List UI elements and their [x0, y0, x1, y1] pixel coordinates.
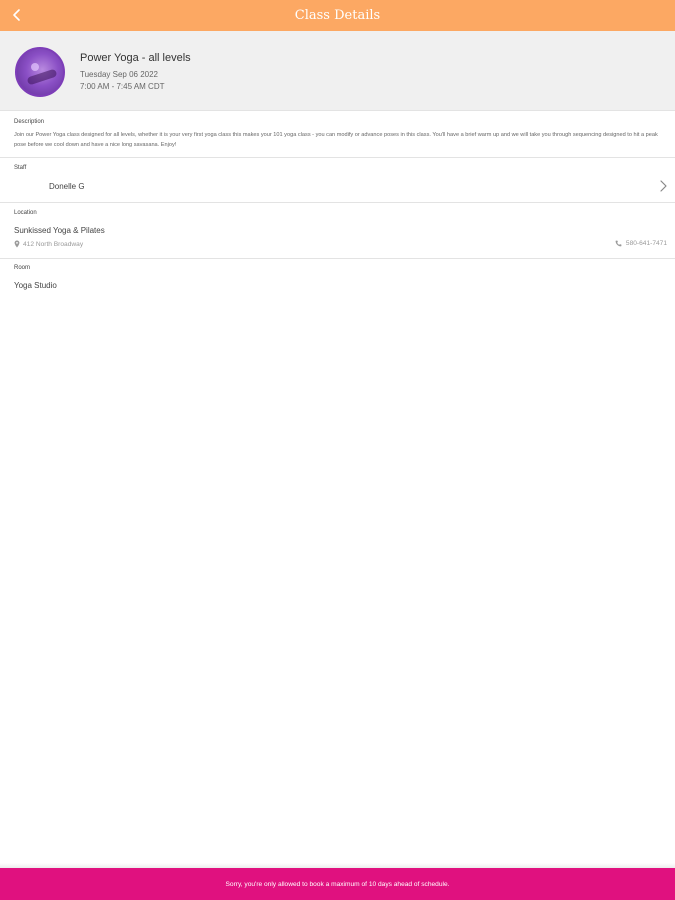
- location-name: Sunkissed Yoga & Pilates: [14, 226, 105, 235]
- class-name: Power Yoga - all levels: [80, 52, 191, 64]
- room-label: Room: [14, 265, 31, 271]
- description-text: Join our Power Yoga class designed for a…: [14, 132, 658, 148]
- location-address[interactable]: 412 North Broadway: [14, 240, 83, 248]
- location-address-text: 412 North Broadway: [23, 240, 84, 248]
- divider: [0, 258, 675, 259]
- booking-limit-toast: Sorry, you're only allowed to book a max…: [0, 868, 675, 900]
- staff-name[interactable]: Donelle G: [49, 182, 85, 191]
- class-avatar: [15, 47, 65, 97]
- staff-label: Staff: [14, 165, 27, 171]
- avatar-figure: [26, 68, 58, 86]
- room-name: Yoga Studio: [14, 281, 57, 290]
- phone-icon: [615, 240, 622, 247]
- divider: [0, 202, 675, 203]
- location-phone-text: 580-641-7471: [625, 240, 667, 247]
- page-title: Class Details: [294, 8, 381, 23]
- class-time: 7:00 AM - 7:45 AM CDT: [80, 82, 165, 91]
- class-date: Tuesday Sep 06 2022: [80, 70, 158, 79]
- map-pin-icon: [14, 240, 20, 248]
- app-header: Class Details: [0, 0, 675, 31]
- staff-row[interactable]: [0, 176, 675, 198]
- divider: [0, 157, 675, 158]
- location-phone[interactable]: 580-641-7471: [615, 240, 667, 247]
- toast-message: Sorry, you're only allowed to book a max…: [225, 880, 450, 888]
- chevron-right-icon[interactable]: [657, 179, 669, 193]
- avatar-head: [31, 63, 39, 71]
- back-button[interactable]: [6, 4, 28, 26]
- description-label: Description: [14, 119, 45, 125]
- location-label: Location: [14, 210, 37, 216]
- chevron-left-icon: [13, 9, 20, 21]
